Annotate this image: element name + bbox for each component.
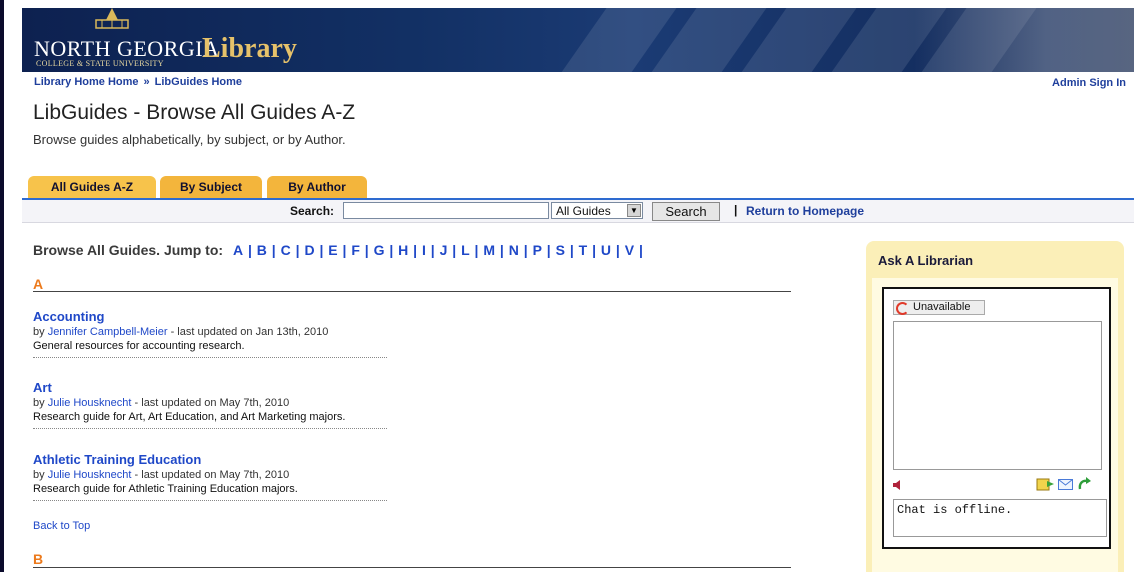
browse-heading-label: Browse All Guides. Jump to:: [33, 242, 224, 258]
guide-meta: by Jennifer Campbell-Meier - last update…: [33, 326, 329, 338]
jump-letter-m[interactable]: M: [483, 242, 495, 258]
admin-sign-in-link[interactable]: Admin Sign In: [1052, 77, 1126, 89]
left-edge: [0, 0, 4, 572]
dropdown-arrow-icon[interactable]: ▼: [627, 204, 641, 217]
browse-heading: Browse All Guides. Jump to: A | B | C | …: [33, 242, 644, 258]
section-divider: [33, 567, 791, 568]
jump-letter-p[interactable]: P: [533, 242, 542, 258]
chat-input[interactable]: Chat is offline.: [893, 499, 1107, 537]
logo-subname: COLLEGE & STATE UNIVERSITY: [36, 59, 164, 68]
status-ring-icon: [896, 302, 909, 315]
logo-library[interactable]: Library: [202, 33, 297, 65]
chat-status-label: Unavailable: [913, 301, 971, 313]
jump-letter-v[interactable]: V: [625, 242, 634, 258]
guide-item: Art by Julie Housknecht - last updated o…: [33, 380, 393, 429]
tab-all-guides[interactable]: All Guides A-Z: [28, 176, 156, 198]
guide-separator: [33, 500, 387, 501]
section-letter-b: B: [33, 551, 44, 567]
guide-description: General resources for accounting researc…: [33, 340, 245, 352]
site-banner: NORTH GEORGIA COLLEGE & STATE UNIVERSITY…: [22, 8, 1134, 72]
jump-letter-a[interactable]: A: [233, 242, 243, 258]
jump-letter-j[interactable]: J: [440, 242, 448, 258]
ask-librarian-title: Ask A Librarian: [878, 253, 974, 268]
jump-letter-l[interactable]: L: [461, 242, 470, 258]
guide-updated: - last updated on May 7th, 2010: [131, 397, 290, 409]
jump-letter-g[interactable]: G: [374, 242, 385, 258]
chat-status-indicator: Unavailable: [893, 300, 985, 315]
guide-title[interactable]: Accounting: [33, 309, 393, 325]
sound-icon[interactable]: [893, 480, 903, 490]
tab-by-author[interactable]: By Author: [267, 176, 367, 198]
guide-updated: - last updated on Jan 13th, 2010: [167, 326, 329, 338]
guide-author-link[interactable]: Julie Housknecht: [48, 397, 132, 409]
jump-letter-c[interactable]: C: [281, 242, 291, 258]
search-scope-select[interactable]: All Guides ▼: [551, 202, 643, 219]
guide-title[interactable]: Athletic Training Education: [33, 452, 393, 468]
back-to-top-link[interactable]: Back to Top: [33, 520, 90, 532]
breadcrumb: Library Home Home » LibGuides Home: [34, 76, 242, 88]
page-title: LibGuides - Browse All Guides A-Z: [33, 101, 356, 124]
search-button[interactable]: Search: [652, 202, 720, 221]
jump-letter-e[interactable]: E: [328, 242, 337, 258]
section-divider: [33, 291, 791, 292]
guide-meta: by Julie Housknecht - last updated on Ma…: [33, 469, 290, 481]
breadcrumb-separator: »: [143, 76, 150, 88]
jump-letter-s[interactable]: S: [556, 242, 565, 258]
guide-item: Accounting by Jennifer Campbell-Meier - …: [33, 309, 393, 358]
guide-title[interactable]: Art: [33, 380, 393, 396]
jump-letter-b[interactable]: B: [257, 242, 267, 258]
guide-description: Research guide for Athletic Training Edu…: [33, 483, 298, 495]
jump-letter-u[interactable]: U: [601, 242, 611, 258]
search-scope-value: All Guides: [556, 204, 611, 218]
guide-author-link[interactable]: Jennifer Campbell-Meier: [48, 326, 168, 338]
return-to-homepage-link[interactable]: Return to Homepage: [746, 204, 864, 218]
jump-to-letters: A | B | C | D | E | F | G | H | I | J | …: [232, 242, 643, 258]
jump-letter-d[interactable]: D: [304, 242, 314, 258]
breadcrumb-libguides-home[interactable]: LibGuides Home: [155, 76, 242, 88]
jump-letter-h[interactable]: H: [398, 242, 408, 258]
breadcrumb-library-home[interactable]: Library Home Home: [34, 76, 139, 88]
send-file-icon[interactable]: [1036, 477, 1056, 491]
guide-item: Athletic Training Education by Julie Hou…: [33, 452, 393, 501]
guide-author-link[interactable]: Julie Housknecht: [48, 469, 132, 481]
search-input[interactable]: [343, 202, 549, 219]
guide-description: Research guide for Art, Art Education, a…: [33, 411, 346, 423]
guide-separator: [33, 357, 387, 358]
jump-letter-t[interactable]: T: [579, 242, 588, 258]
university-emblem-icon: [95, 8, 129, 29]
guide-separator: [33, 428, 387, 429]
tab-by-subject[interactable]: By Subject: [160, 176, 262, 198]
guide-meta: by Julie Housknecht - last updated on Ma…: [33, 397, 290, 409]
guide-updated: - last updated on May 7th, 2010: [131, 469, 290, 481]
email-icon[interactable]: [1058, 479, 1073, 490]
search-separator: |: [734, 203, 738, 217]
page: NORTH GEORGIA COLLEGE & STATE UNIVERSITY…: [0, 0, 1134, 572]
section-letter-a: A: [33, 276, 44, 292]
refresh-icon[interactable]: [1077, 477, 1091, 491]
jump-letter-i[interactable]: I: [422, 242, 426, 258]
search-label: Search:: [290, 204, 335, 218]
jump-letter-f[interactable]: F: [351, 242, 360, 258]
jump-letter-n[interactable]: N: [509, 242, 519, 258]
page-subtitle: Browse guides alphabetically, by subject…: [33, 132, 346, 147]
chat-message-window: [893, 321, 1102, 470]
